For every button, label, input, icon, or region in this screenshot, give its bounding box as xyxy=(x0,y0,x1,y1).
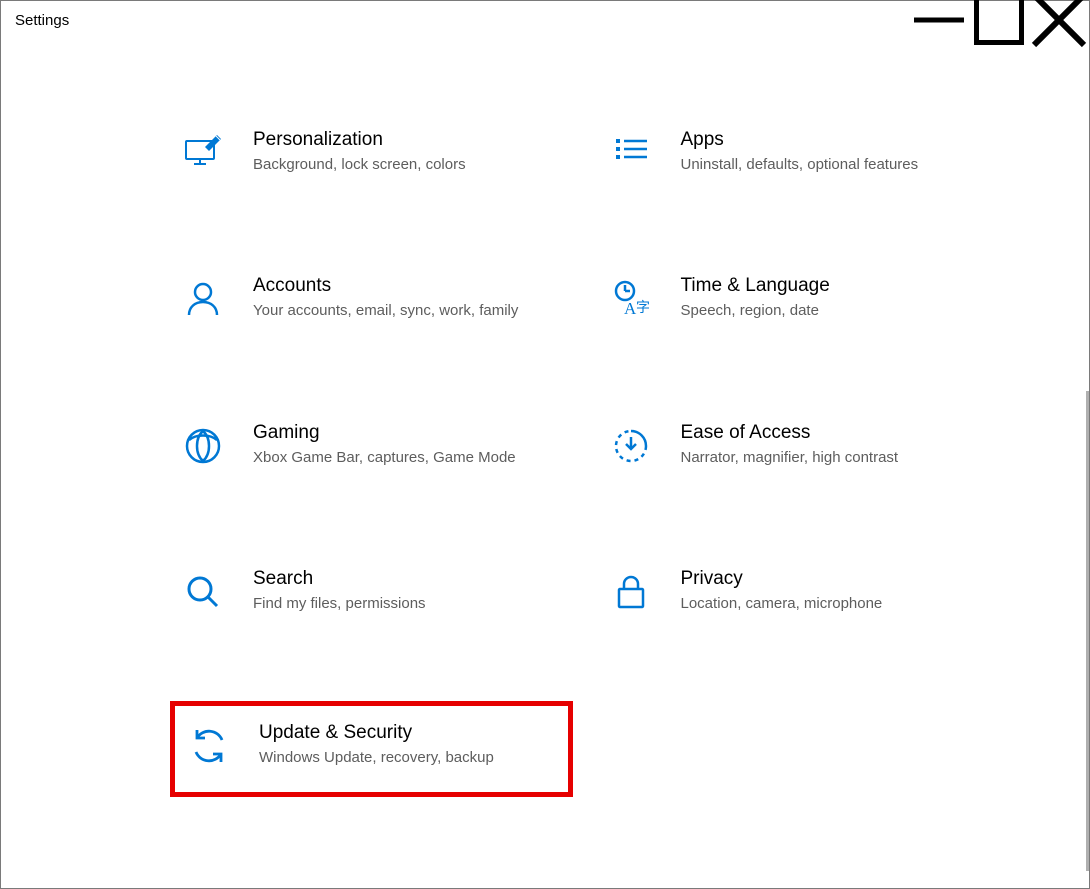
tile-desc: Speech, region, date xyxy=(681,301,830,321)
tile-privacy[interactable]: Privacy Location, camera, microphone xyxy=(603,560,996,626)
time-language-icon: A 字 xyxy=(609,277,653,321)
tile-title: Gaming xyxy=(253,422,516,444)
svg-text:字: 字 xyxy=(636,300,650,316)
tile-apps[interactable]: Apps Uninstall, defaults, optional featu… xyxy=(603,121,996,187)
tile-desc: Uninstall, defaults, optional features xyxy=(681,155,919,175)
window-title: Settings xyxy=(15,12,69,29)
tile-title: Time & Language xyxy=(681,275,830,297)
settings-window: Settings xyxy=(0,0,1090,889)
tile-update-security[interactable]: Update & Security Windows Update, recove… xyxy=(170,701,573,797)
gaming-icon xyxy=(181,424,225,468)
tile-desc: Xbox Game Bar, captures, Game Mode xyxy=(253,448,516,468)
tile-desc: Location, camera, microphone xyxy=(681,594,883,614)
update-security-icon xyxy=(187,724,231,768)
tile-title: Ease of Access xyxy=(681,422,899,444)
tile-gaming[interactable]: Gaming Xbox Game Bar, captures, Game Mod… xyxy=(175,414,568,480)
ease-of-access-icon xyxy=(609,424,653,468)
tile-personalization[interactable]: Personalization Background, lock screen,… xyxy=(175,121,568,187)
tile-accounts[interactable]: Accounts Your accounts, email, sync, wor… xyxy=(175,267,568,333)
tile-desc: Windows Update, recovery, backup xyxy=(259,748,494,768)
privacy-icon xyxy=(609,570,653,614)
close-button[interactable] xyxy=(1029,1,1089,39)
tile-title: Apps xyxy=(681,129,919,151)
tile-desc: Your accounts, email, sync, work, family xyxy=(253,301,518,321)
apps-icon xyxy=(609,131,653,175)
personalization-icon xyxy=(181,131,225,175)
search-icon xyxy=(181,570,225,614)
tile-title: Privacy xyxy=(681,568,883,590)
title-bar: Settings xyxy=(1,1,1089,39)
tile-search[interactable]: Search Find my files, permissions xyxy=(175,560,568,626)
tile-title: Personalization xyxy=(253,129,466,151)
tile-title: Search xyxy=(253,568,426,590)
tile-desc: Background, lock screen, colors xyxy=(253,155,466,175)
minimize-button[interactable] xyxy=(909,1,969,39)
tile-desc: Find my files, permissions xyxy=(253,594,426,614)
tile-title: Update & Security xyxy=(259,722,494,744)
tile-desc: Narrator, magnifier, high contrast xyxy=(681,448,899,468)
tile-time-language[interactable]: A 字 Time & Language Speech, region, date xyxy=(603,267,996,333)
tile-ease-of-access[interactable]: Ease of Access Narrator, magnifier, high… xyxy=(603,414,996,480)
maximize-button[interactable] xyxy=(969,1,1029,39)
window-controls xyxy=(909,1,1089,39)
settings-grid: Personalization Background, lock screen,… xyxy=(175,121,995,792)
accounts-icon xyxy=(181,277,225,321)
tile-title: Accounts xyxy=(253,275,518,297)
scrollbar[interactable] xyxy=(1086,391,1089,871)
